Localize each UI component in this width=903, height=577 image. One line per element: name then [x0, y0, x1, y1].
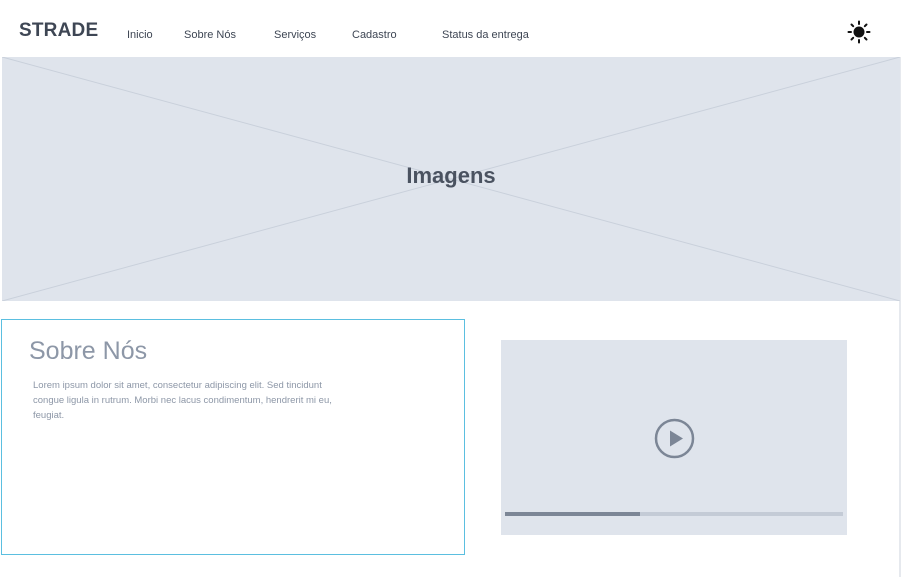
nav-servicos[interactable]: Serviços [274, 29, 316, 41]
nav-status-da-entrega[interactable]: Status da entrega [442, 29, 529, 41]
top-navbar: STRADE Inicio Sobre Nós Serviços Cadastr… [0, 0, 903, 57]
video-progress-bar[interactable] [505, 512, 843, 516]
nav-sobre-nos[interactable]: Sobre Nós [184, 29, 236, 41]
brand-logo[interactable]: STRADE [19, 20, 98, 42]
about-title: Sobre Nós [29, 337, 148, 365]
video-progress-fill [505, 512, 641, 516]
nav-cadastro[interactable]: Cadastro [352, 29, 397, 41]
hero-label: Imagens [406, 163, 496, 188]
video-player[interactable] [501, 340, 847, 535]
play-circle-icon[interactable] [654, 418, 695, 459]
nav-inicio[interactable]: Inicio [127, 29, 153, 41]
about-card[interactable]: Sobre Nós Lorem ipsum dolor sit amet, co… [1, 319, 465, 555]
about-text: Lorem ipsum dolor sit amet, consectetur … [33, 380, 332, 421]
hero-image-placeholder: Imagens [2, 57, 900, 301]
sun-icon[interactable] [847, 20, 871, 44]
